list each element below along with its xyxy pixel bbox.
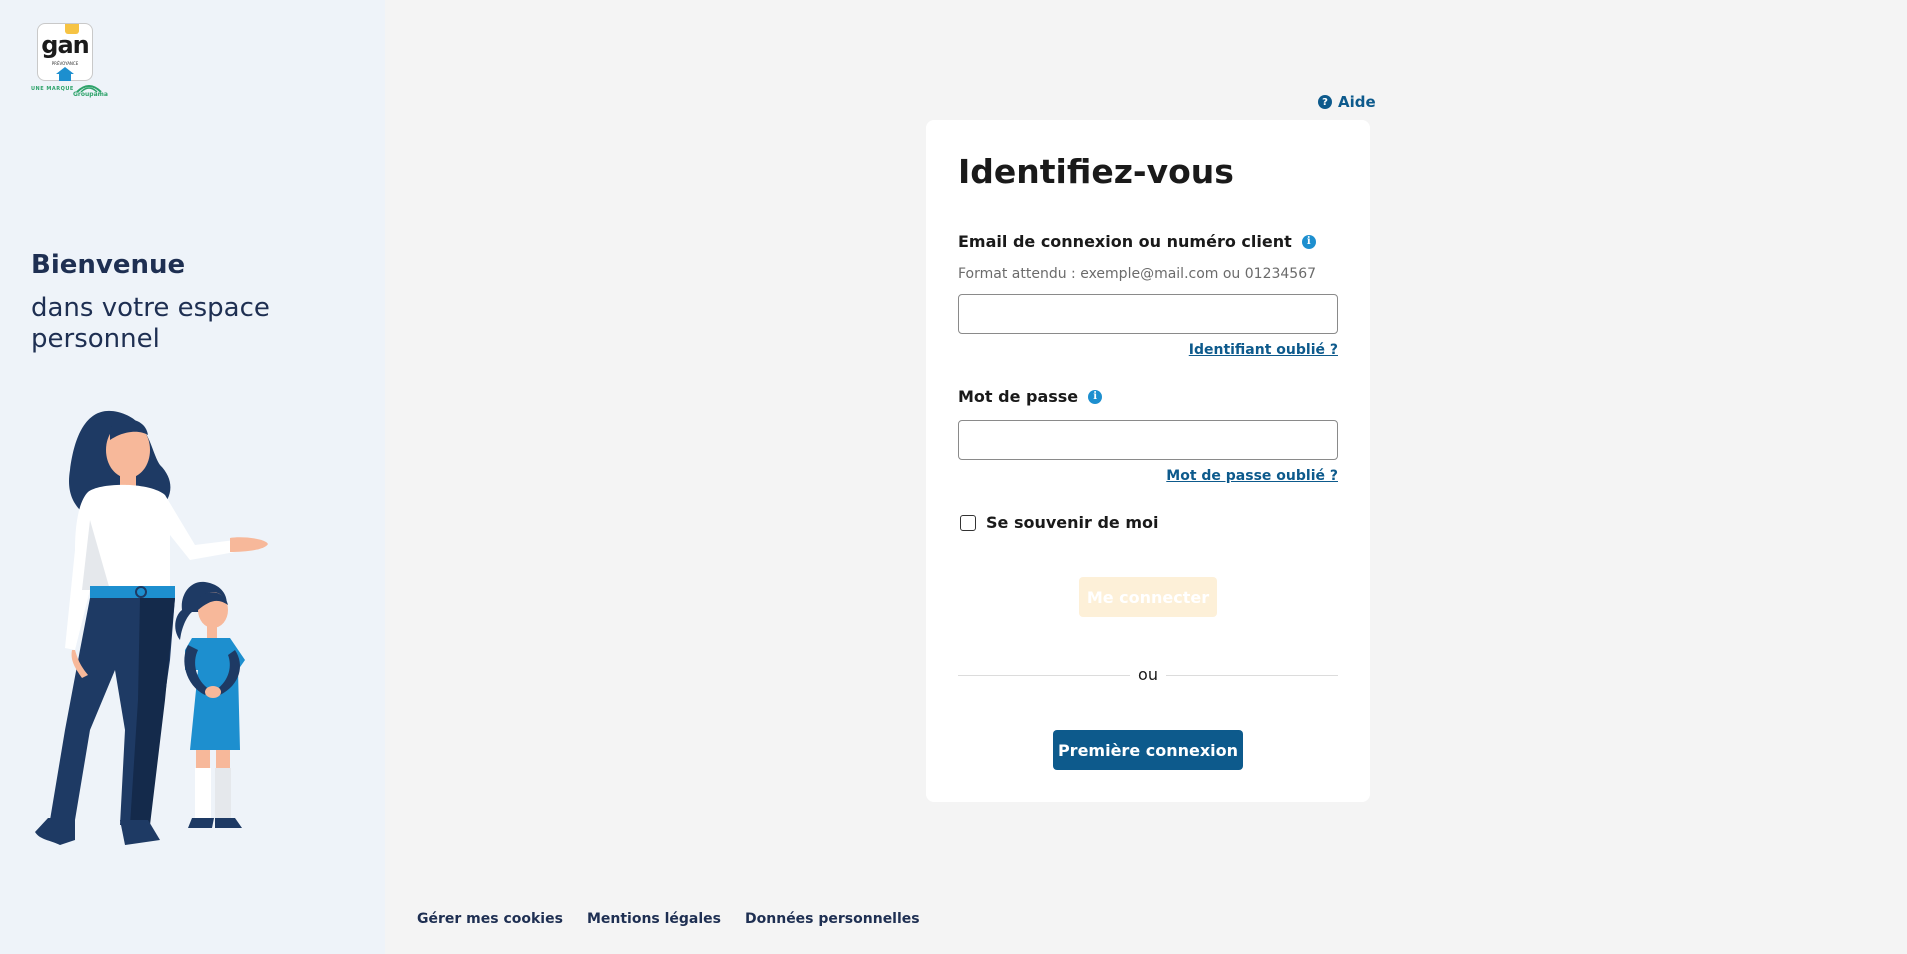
divider-line-right bbox=[1166, 675, 1338, 676]
gan-logo[interactable]: gan PRÉVOYANCE UNE MARQUE Groupama bbox=[31, 23, 108, 101]
question-icon: ? bbox=[1318, 95, 1332, 109]
logo-text: gan bbox=[41, 31, 89, 59]
sidebar: gan PRÉVOYANCE UNE MARQUE Groupama Bienv… bbox=[0, 0, 385, 954]
house-icon bbox=[56, 67, 74, 81]
groupama-text: Groupama bbox=[73, 91, 108, 98]
welcome-subtitle: dans votre espace personnel bbox=[31, 293, 270, 354]
forgot-id-link[interactable]: Identifiant oublié ? bbox=[1189, 342, 1338, 358]
remember-me[interactable]: Se souvenir de moi bbox=[960, 513, 1159, 532]
email-label: Email de connexion ou numéro client i bbox=[958, 232, 1316, 251]
footer-links: Gérer mes cookies Mentions légales Donné… bbox=[417, 911, 920, 927]
login-button[interactable]: Me connecter bbox=[1079, 577, 1217, 617]
help-link[interactable]: ? Aide bbox=[1318, 93, 1376, 111]
logo-brand-line: UNE MARQUE bbox=[31, 86, 74, 92]
footer-link-legal[interactable]: Mentions légales bbox=[587, 911, 721, 927]
password-label-text: Mot de passe bbox=[958, 387, 1079, 406]
remember-checkbox[interactable] bbox=[960, 514, 976, 531]
help-label: Aide bbox=[1338, 93, 1376, 111]
welcome-title: Bienvenue bbox=[31, 250, 186, 280]
remember-label[interactable]: Se souvenir de moi bbox=[986, 513, 1159, 532]
first-login-button[interactable]: Première connexion bbox=[1053, 730, 1243, 770]
info-icon[interactable]: i bbox=[1301, 234, 1316, 249]
footer-link-privacy[interactable]: Données personnelles bbox=[745, 911, 920, 927]
page-title: Identifiez-vous bbox=[958, 152, 1234, 191]
email-hint: Format attendu : exemple@mail.com ou 012… bbox=[958, 266, 1317, 282]
forgot-password-link[interactable]: Mot de passe oublié ? bbox=[1166, 468, 1338, 484]
family-illustration bbox=[35, 410, 268, 845]
or-divider: ou bbox=[958, 665, 1338, 685]
footer-link-cookies[interactable]: Gérer mes cookies bbox=[417, 911, 563, 927]
logo-sub: PRÉVOYANCE bbox=[51, 61, 79, 66]
email-field[interactable] bbox=[958, 294, 1338, 334]
email-label-text: Email de connexion ou numéro client bbox=[958, 232, 1292, 251]
password-label: Mot de passe i bbox=[958, 387, 1103, 406]
login-card: Identifiez-vous Email de connexion ou nu… bbox=[926, 120, 1370, 802]
info-icon[interactable]: i bbox=[1088, 389, 1103, 404]
password-field[interactable] bbox=[958, 420, 1338, 460]
